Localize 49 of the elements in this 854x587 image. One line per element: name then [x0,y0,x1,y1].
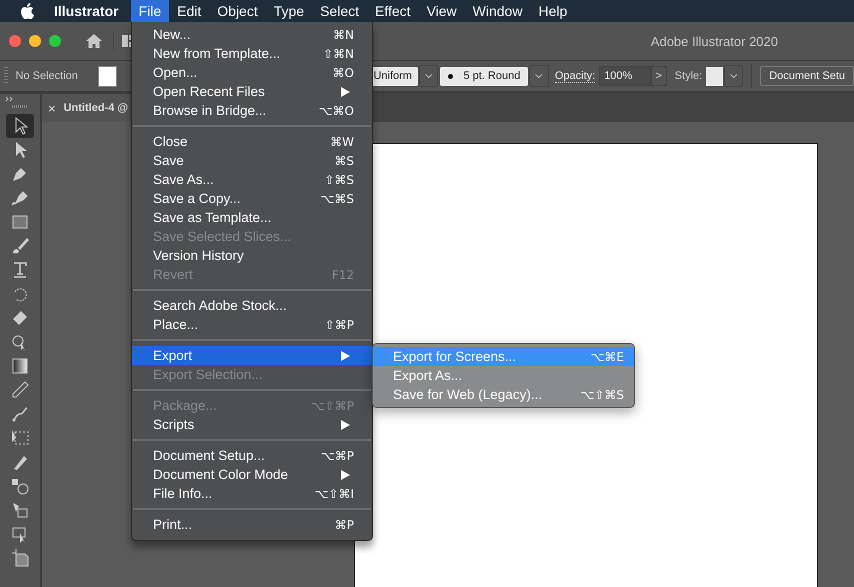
gradient-tool-icon [10,356,30,376]
document-setup-button[interactable]: Document Setu [760,66,854,86]
menu-title[interactable]: Object [209,0,266,22]
menu-item[interactable]: File Info... ⌥⇧⌘I [132,484,372,503]
menu-item[interactable]: New from Template... ⇧⌘N [132,44,372,63]
menu-item[interactable]: Save a Copy... ⌥⌘S [132,189,372,208]
menu-title[interactable]: View [418,0,465,22]
apple-icon[interactable] [20,3,34,19]
selection-label: No Selection [16,70,78,82]
app-menu[interactable]: Illustrator [54,3,131,19]
style-swatch[interactable] [706,66,723,86]
opacity-field[interactable]: 100% [599,66,651,86]
home-icon[interactable] [85,33,103,49]
menu-title[interactable]: Effect [367,0,419,22]
menu-title[interactable]: Help [530,0,576,22]
menu-item[interactable]: Save As... ⇧⌘S [132,170,372,189]
menu-title[interactable]: Type [266,0,312,22]
close-tab-button[interactable]: × [48,100,56,116]
menu-item[interactable]: Search Adobe Stock... [132,296,372,315]
menu-item[interactable]: Version History [132,246,372,265]
menu-item[interactable]: Export [132,346,372,365]
style-label: Style: [674,70,702,82]
menu-title[interactable]: File [130,0,170,22]
opacity-label[interactable]: Opacity: [554,70,596,82]
menu-title[interactable]: Window [464,0,530,22]
menu-item[interactable]: New... ⌘N [132,25,372,44]
menu-item[interactable]: Save ⌘S [132,151,372,170]
panel-grip-icon[interactable] [4,67,8,85]
menu-item[interactable]: Save as Template... [132,208,372,227]
menu-item[interactable]: Close ⌘W [132,132,372,151]
menu-title[interactable]: Select [312,0,368,22]
menu-item[interactable]: Document Color Mode [132,465,372,484]
menu-title[interactable]: Edit [169,0,210,22]
zoom-window-button[interactable] [49,35,61,47]
opacity-arrow-button[interactable]: > [650,66,667,86]
menu-item[interactable]: Place... ⇧⌘P [132,315,372,334]
close-window-button[interactable] [9,35,21,47]
tab-title: Untitled-4 @ [64,102,128,114]
menu-item[interactable]: Document Setup... ⌥⌘P [132,446,372,465]
fill-swatch[interactable] [98,66,116,86]
window-title: Adobe Illustrator 2020 [650,34,778,48]
brush-dropdown[interactable]: 5 pt. Round [440,66,528,86]
brush-tool-icon [10,236,30,256]
panel-grip-icon[interactable] [12,105,28,108]
menu-item[interactable]: Print... ⌘P [132,515,372,534]
collapse-icon[interactable] [5,96,15,102]
minimize-window-button[interactable] [29,35,41,47]
tool-button[interactable] [6,114,34,138]
menu-item[interactable]: Scripts [132,415,372,434]
